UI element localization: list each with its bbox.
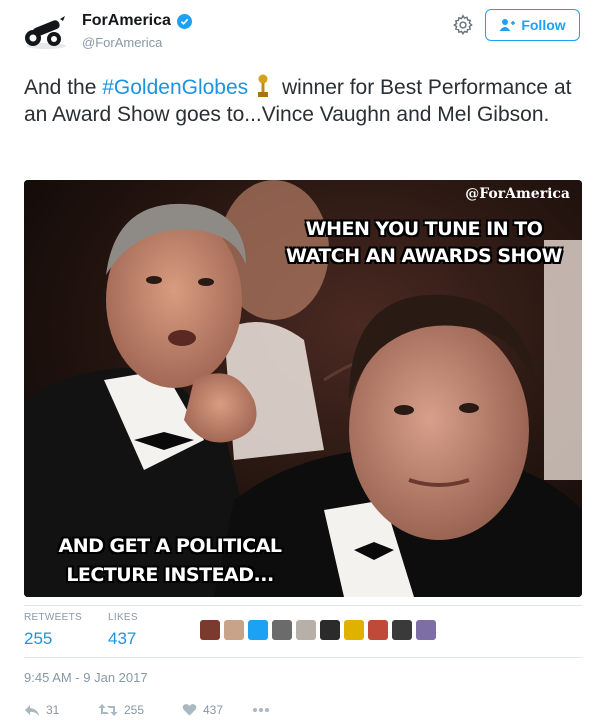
like-action[interactable]: 437 [182, 703, 252, 717]
liker-avatar[interactable] [416, 620, 436, 640]
tweet-timestamp[interactable]: 9:45 AM - 9 Jan 2017 [24, 670, 148, 685]
likes-stat[interactable]: LIKES 437 [108, 612, 138, 649]
meme-top-caption: WHEN YOU TUNE IN TO WATCH AN AWARDS SHOW [285, 218, 563, 267]
liker-avatar[interactable] [200, 620, 220, 640]
tweet-text-before: And the [24, 76, 103, 99]
like-count: 437 [203, 703, 224, 717]
tweet-header: ForAmerica @ForAmerica Follow [0, 0, 600, 60]
liker-avatar[interactable] [296, 620, 316, 640]
liker-avatar[interactable] [320, 620, 340, 640]
liker-avatar[interactable] [344, 620, 364, 640]
add-user-icon [499, 19, 516, 31]
reply-action[interactable]: 31 [24, 703, 98, 717]
retweets-value: 255 [24, 629, 53, 648]
gear-icon[interactable] [452, 14, 476, 38]
profile-avatar[interactable] [24, 14, 68, 50]
liker-avatars [200, 620, 436, 640]
retweets-stat[interactable]: RETWEETS 255 [24, 612, 82, 649]
reply-count: 31 [46, 703, 60, 717]
tweet-text: And the #GoldenGlobes winner for Best Pe… [24, 74, 584, 128]
more-action[interactable] [252, 707, 270, 713]
liker-avatar[interactable] [248, 620, 268, 640]
meme-bottom-caption: AND GET A POLITICAL LECTURE INSTEAD... [58, 535, 283, 586]
golden-globe-trophy-icon [258, 74, 269, 97]
liker-avatar[interactable] [368, 620, 388, 640]
divider [24, 605, 582, 606]
retweet-action[interactable]: 255 [98, 703, 182, 717]
display-name[interactable]: ForAmerica [82, 12, 192, 30]
likes-value: 437 [108, 629, 137, 648]
liker-avatar[interactable] [392, 620, 412, 640]
likes-label: LIKES [108, 612, 138, 623]
cannon-logo-icon [25, 16, 66, 49]
meme-watermark: @ForAmerica [465, 186, 570, 202]
heart-icon [182, 704, 197, 716]
retweet-icon [98, 704, 118, 716]
liker-avatar[interactable] [224, 620, 244, 640]
liker-avatar[interactable] [272, 620, 292, 640]
retweet-count: 255 [124, 703, 145, 717]
retweets-label: RETWEETS [24, 612, 82, 623]
verified-badge-icon [176, 13, 192, 29]
tweet-actions: 31 255 437 [24, 700, 270, 720]
hashtag-link[interactable]: #GoldenGlobes [102, 76, 248, 99]
display-name-text: ForAmerica [82, 12, 171, 29]
follow-button[interactable]: Follow [485, 9, 580, 41]
reply-icon [25, 705, 39, 716]
more-options-icon [253, 708, 269, 712]
user-handle[interactable]: @ForAmerica [82, 35, 162, 50]
divider [24, 657, 582, 658]
tweet-media-image[interactable]: @ForAmerica WHEN YOU TUNE IN TO WATCH AN… [24, 180, 582, 597]
follow-button-label: Follow [521, 17, 566, 33]
